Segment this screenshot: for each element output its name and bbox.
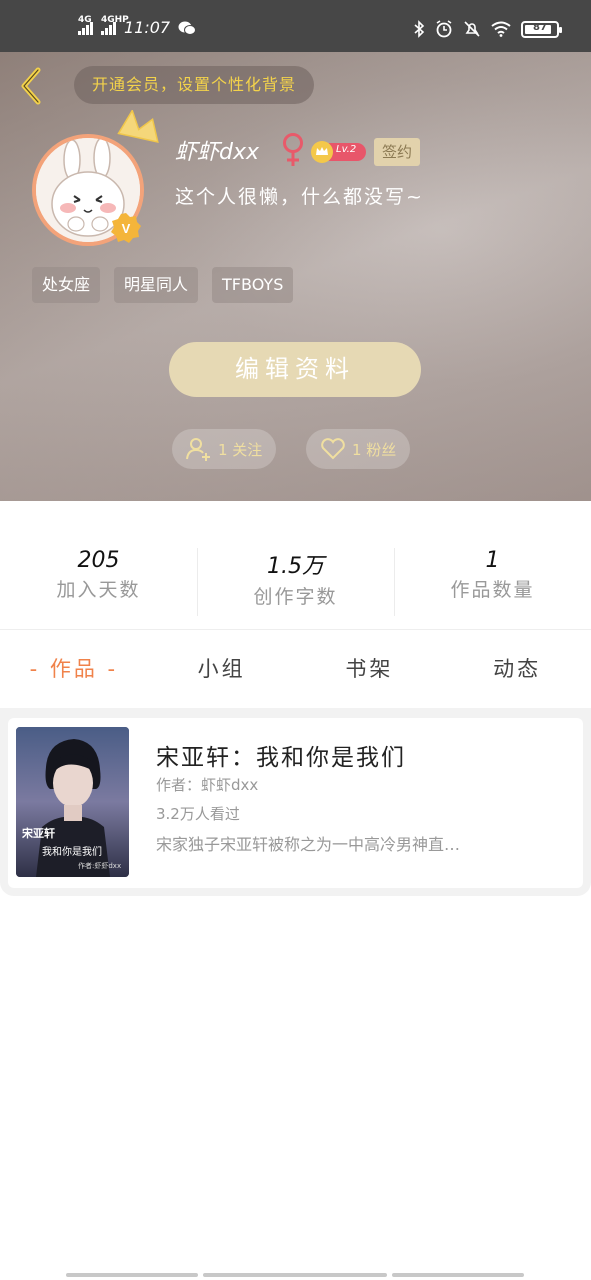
stat-days: 205 加入天数	[0, 548, 197, 616]
back-icon[interactable]	[16, 66, 46, 106]
female-icon	[283, 133, 303, 166]
work-card[interactable]: 宋亚轩 我和你是我们 作者:虾虾dxx 宋亚轩：我和你是我们 作者：虾虾dxx …	[8, 718, 583, 888]
vip-banner[interactable]: 开通会员，设置个性化背景	[74, 66, 315, 104]
book-cover[interactable]: 宋亚轩 我和你是我们 作者:虾虾dxx	[16, 727, 129, 877]
stat-value: 1	[485, 548, 500, 573]
cover-title: 宋亚轩	[22, 827, 55, 840]
stat-value: 205	[77, 548, 120, 573]
tab-bookshelf[interactable]: 书架	[296, 648, 444, 690]
gesture-indicator	[392, 1273, 524, 1277]
verified-icon: V	[111, 213, 141, 243]
battery-icon: 87	[521, 20, 562, 38]
work-views: 3.2万人看过	[156, 805, 240, 823]
stat-works: 1 作品数量	[394, 548, 591, 616]
username: 虾虾dxx	[175, 140, 260, 165]
bio-text: 这个人很懒，什么都没写~	[175, 186, 424, 208]
wifi-icon	[491, 21, 511, 37]
tab-bar: - 作品 - 小组 书架 动态	[0, 648, 591, 690]
work-description: 宋家独子宋亚轩被称之为一中高冷男神直…	[156, 835, 461, 854]
stats-row: 205 加入天数 1.5万 创作字数 1 作品数量	[0, 548, 591, 616]
tab-groups[interactable]: 小组	[148, 648, 296, 690]
tag-item[interactable]: TFBOYS	[212, 267, 294, 303]
level-text: Lv.2	[336, 144, 357, 155]
edit-profile-button[interactable]: 编辑资料	[169, 342, 421, 397]
tab-works[interactable]: - 作品 -	[0, 648, 148, 690]
cover-subtitle: 我和你是我们	[42, 847, 102, 858]
tag-list: 处女座 明星同人 TFBOYS	[32, 267, 294, 303]
gesture-indicator	[203, 1273, 387, 1277]
following-button[interactable]: 1 关注	[172, 429, 277, 469]
signal-icon: 4G	[78, 15, 93, 35]
following-count: 1 关注	[218, 440, 263, 459]
fans-count: 1 粉丝	[352, 440, 397, 459]
stat-label: 创作字数	[253, 586, 338, 608]
bluetooth-icon	[414, 20, 425, 38]
profile-header: 开通会员，设置个性化背景 V 虾虾dxx Lv.2 签约 这个人很懒，什么都没写…	[0, 52, 591, 501]
network-type-2: 4GHP	[101, 14, 129, 25]
stat-words: 1.5万 创作字数	[197, 548, 394, 616]
tag-item[interactable]: 处女座	[32, 267, 101, 303]
cover-author: 作者:虾虾dxx	[78, 862, 122, 870]
stat-label: 作品数量	[450, 579, 535, 601]
crown-icon	[117, 110, 159, 143]
work-title[interactable]: 宋亚轩：我和你是我们	[156, 738, 406, 772]
heart-icon	[321, 438, 345, 460]
mute-icon	[464, 21, 480, 37]
svg-text:V: V	[122, 221, 131, 236]
status-bar: 4G 4GHP 11:07 87	[0, 0, 591, 52]
user-add-icon	[186, 438, 210, 461]
stat-value: 1.5万	[267, 554, 324, 579]
gesture-indicator	[66, 1273, 198, 1277]
sign-badge[interactable]: 签约	[374, 138, 421, 166]
signal-icon-2: 4GHP	[101, 15, 129, 35]
clock: 11:07	[124, 18, 171, 37]
wechat-icon	[178, 21, 197, 35]
work-author: 作者：虾虾dxx	[156, 776, 259, 794]
battery-level: 87	[533, 21, 547, 33]
stat-label: 加入天数	[56, 579, 141, 601]
network-type-1: 4G	[78, 14, 92, 25]
divider	[0, 629, 591, 630]
fans-button[interactable]: 1 粉丝	[306, 429, 411, 469]
tab-activity[interactable]: 动态	[443, 648, 591, 690]
alarm-icon	[436, 20, 452, 38]
tag-item[interactable]: 明星同人	[114, 267, 199, 303]
